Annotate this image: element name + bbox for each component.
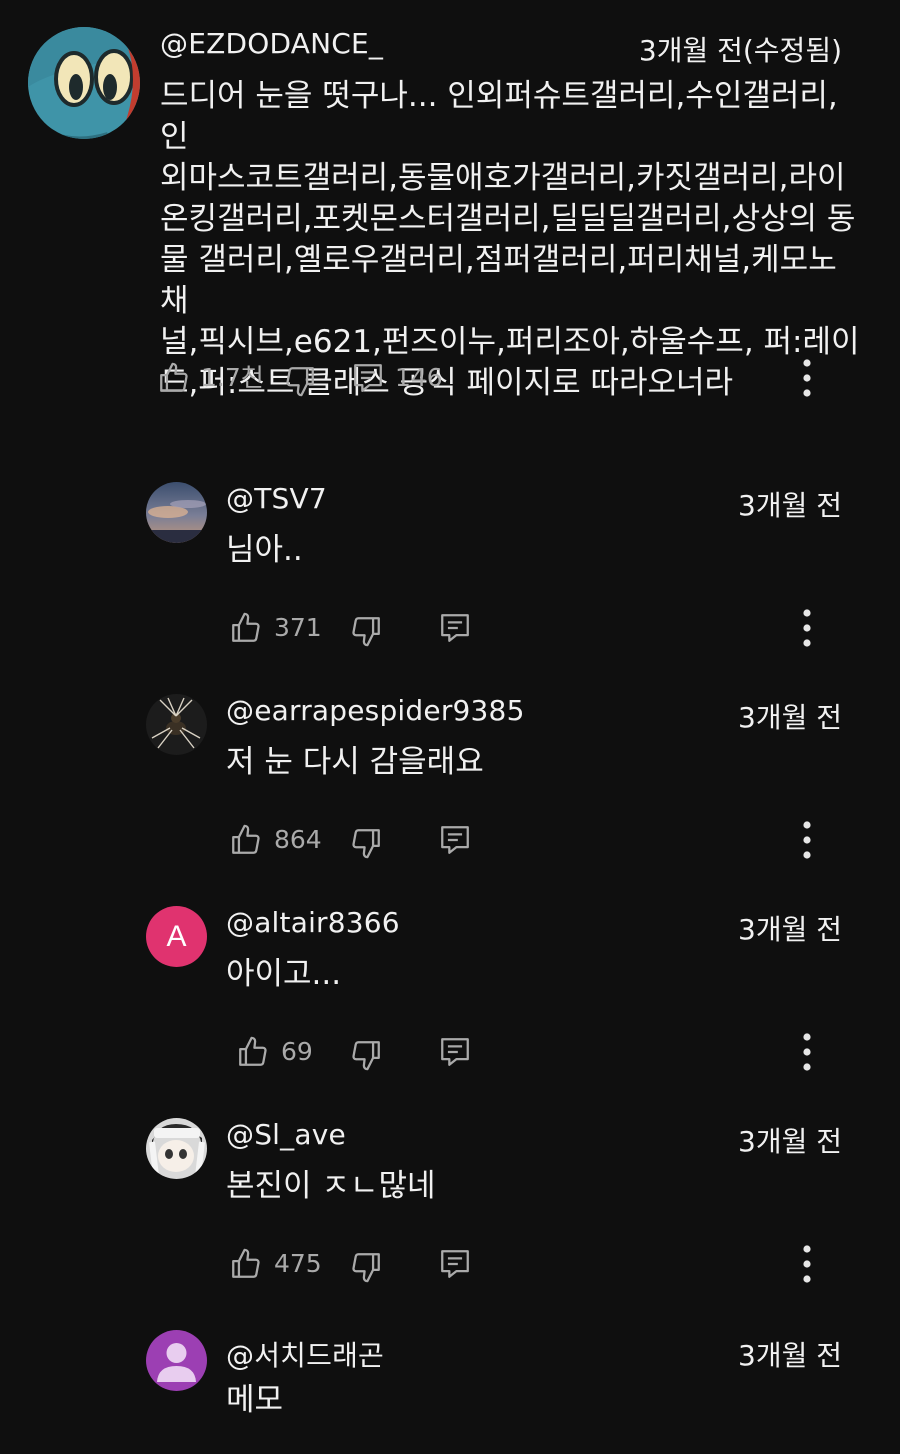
avatar-letter: A xyxy=(166,919,187,953)
comment-actions: 1.7천 146 xyxy=(157,359,857,399)
reply-icon[interactable] xyxy=(351,361,385,395)
dislike-icon[interactable] xyxy=(349,614,383,648)
comment-timestamp: 3개월 전 xyxy=(738,1125,842,1158)
comment-timestamp: 3개월 전(수정됨) xyxy=(638,34,842,67)
more-options-icon[interactable] xyxy=(792,819,822,863)
comment-text: 드디어 눈을 떳구나... 인외퍼슈트갤러리,수인갤러리,인 외마스코트갤러리,… xyxy=(160,78,860,401)
comment-text: 저 눈 다시 감을래요 xyxy=(226,744,484,780)
reply-icon[interactable] xyxy=(438,1035,472,1069)
like-icon[interactable] xyxy=(229,611,263,645)
comment-actions: 69 xyxy=(236,1033,836,1073)
comment-actions: 371 xyxy=(229,609,829,649)
like-count: 475 xyxy=(274,1249,322,1278)
like-icon[interactable] xyxy=(157,361,191,395)
comment-text: 본진이 ㅈㄴ많네 xyxy=(226,1168,436,1204)
like-icon[interactable] xyxy=(236,1035,270,1069)
comment-timestamp: 3개월 전 xyxy=(738,913,842,946)
comment-actions: 475 xyxy=(229,1245,829,1285)
like-icon[interactable] xyxy=(229,1247,263,1281)
letter-avatar[interactable]: A xyxy=(146,906,207,967)
more-options-icon[interactable] xyxy=(792,607,822,651)
like-icon[interactable] xyxy=(229,823,263,857)
comment-timestamp: 3개월 전 xyxy=(738,1339,842,1372)
comment-author[interactable]: @EZDODANCE_ xyxy=(160,27,383,60)
reply-icon[interactable] xyxy=(438,823,472,857)
comment-author[interactable]: @TSV7 xyxy=(226,482,327,515)
anime-character-avatar[interactable] xyxy=(146,1118,207,1179)
like-count: 864 xyxy=(274,825,322,854)
sky-photo-avatar[interactable] xyxy=(146,482,207,543)
comment-text: 메모 xyxy=(226,1382,284,1418)
like-count: 371 xyxy=(274,613,322,642)
comment-text: 아이고... xyxy=(226,956,342,992)
comment-author[interactable]: @서치드래곤 xyxy=(226,1334,384,1374)
comment-author[interactable]: @altair8366 xyxy=(226,906,400,939)
comment-timestamp: 3개월 전 xyxy=(738,701,842,734)
more-options-icon[interactable] xyxy=(792,1031,822,1075)
dislike-icon[interactable] xyxy=(349,1038,383,1072)
dislike-icon[interactable] xyxy=(283,364,317,398)
comment-text: 님아.. xyxy=(226,532,303,568)
cartoon-character-avatar[interactable] xyxy=(28,27,140,139)
like-count: 69 xyxy=(281,1037,313,1066)
reply-count[interactable]: 146 xyxy=(395,361,443,395)
comment-author[interactable]: @Sl_ave xyxy=(226,1118,346,1151)
comment-actions: 864 xyxy=(229,821,829,861)
more-options-icon[interactable] xyxy=(792,357,822,401)
reply-icon[interactable] xyxy=(438,1247,472,1281)
default-person-avatar[interactable] xyxy=(146,1330,207,1391)
like-count: 1.7천 xyxy=(201,363,264,392)
comment-timestamp: 3개월 전 xyxy=(738,489,842,522)
spider-avatar[interactable] xyxy=(146,694,207,755)
reply-icon[interactable] xyxy=(438,611,472,645)
comment-author[interactable]: @earrapespider9385 xyxy=(226,694,525,727)
more-options-icon[interactable] xyxy=(792,1243,822,1287)
dislike-icon[interactable] xyxy=(349,1250,383,1284)
dislike-icon[interactable] xyxy=(349,826,383,860)
